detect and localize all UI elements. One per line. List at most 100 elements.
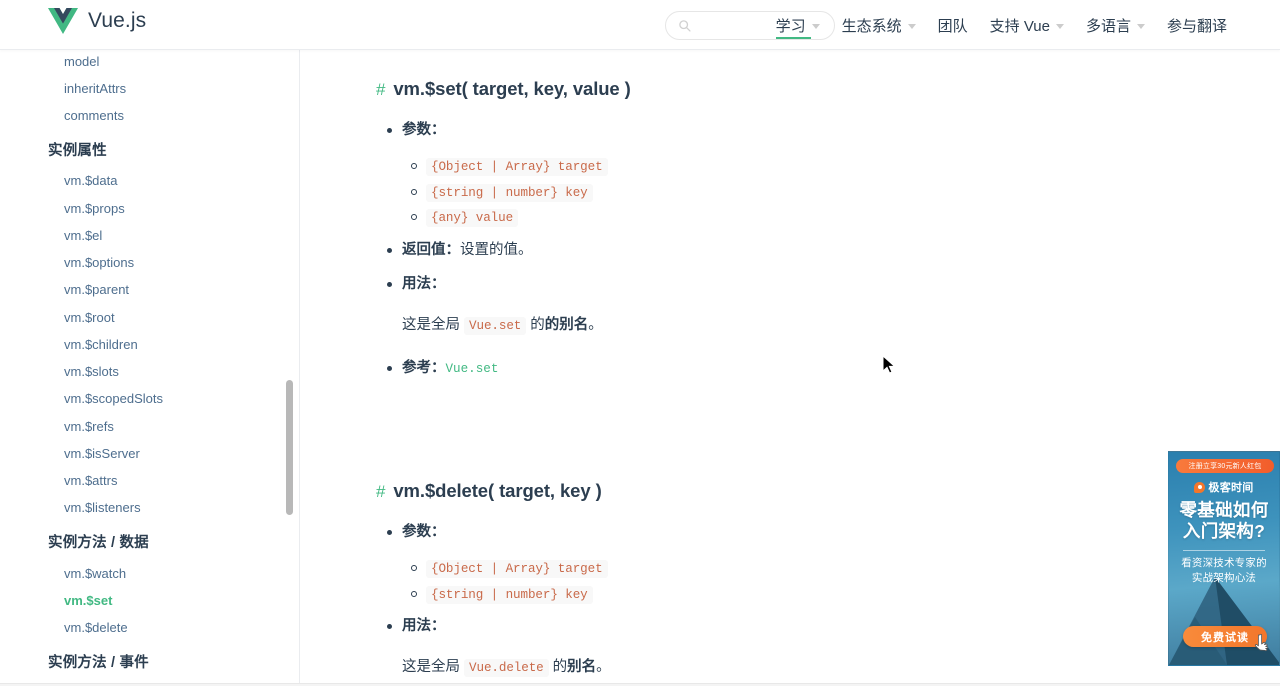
nav-item-ecosystem[interactable]: 生态系统 [831, 0, 927, 50]
params-item: 参数： {Object | Array} target {string | nu… [387, 520, 1200, 606]
param-code: {Object | Array} target [426, 158, 608, 177]
site-header: Vue.js 学习 生态系统 团队 支持 Vue 多语言 参与翻译 [0, 0, 1280, 50]
chevron-down-icon [1055, 23, 1064, 29]
usage-item: 用法： 这是全局 Vue.delete 的别名。 [387, 614, 1200, 680]
sidebar-item-vm-delete[interactable]: vm.$delete [0, 615, 299, 642]
page-title-vm-set: # vm.$set( target, key, value ) [376, 76, 1200, 102]
nav-item-join-translation[interactable]: 参与翻译 [1156, 0, 1238, 50]
sidebar-group-instance-properties: 实例属性 [48, 142, 107, 159]
advertisement-banner[interactable]: 注册立享30元新人红包 极客时间 零基础如何 入门架构? 看资深技术专家的 实战… [1168, 451, 1280, 666]
sidebar-item-vm-props[interactable]: vm.$props [0, 195, 299, 222]
ad-subtitle: 看资深技术专家的 实战架构心法 [1169, 556, 1279, 586]
sidebar-item-vm-children[interactable]: vm.$children [0, 331, 299, 358]
param-code: {string | number} key [426, 585, 593, 604]
usage-paragraph: 这是全局 Vue.set 的的别名。 [402, 312, 1200, 338]
sidebar: model inheritAttrs comments 实例属性 vm.$dat… [0, 50, 300, 686]
returns-text: 设置的值。 [460, 241, 533, 258]
param-entry: {Object | Array} target [411, 155, 1200, 178]
ad-brand-name: 极客时间 [1208, 482, 1254, 494]
page-title-vm-delete: # vm.$delete( target, key ) [376, 478, 1200, 504]
see-link-vue-set[interactable]: Vue.set [446, 362, 499, 376]
nav-item-label: 团队 [937, 17, 968, 35]
sidebar-item-vm-scopedslots[interactable]: vm.$scopedSlots [0, 386, 299, 413]
vue-logo-icon [48, 8, 78, 34]
sidebar-item-inheritattrs[interactable]: inheritAttrs [0, 75, 299, 102]
sidebar-item-vm-root[interactable]: vm.$root [0, 304, 299, 331]
geek-time-logo-icon [1194, 481, 1206, 493]
params-label: 参数： [402, 121, 446, 138]
sidebar-item-vm-el[interactable]: vm.$el [0, 222, 299, 249]
param-entry: {string | number} key [411, 583, 1200, 606]
sidebar-item-vm-data[interactable]: vm.$data [0, 168, 299, 195]
sidebar-item-vm-watch[interactable]: vm.$watch [0, 560, 299, 587]
sidebar-item-vm-listeners[interactable]: vm.$listeners [0, 495, 299, 522]
sidebar-item-vm-options[interactable]: vm.$options [0, 250, 299, 277]
nav-item-label: 生态系统 [841, 17, 902, 35]
ad-subtitle-line-1: 看资深技术专家的 [1181, 557, 1267, 569]
vm-delete-details-list: 参数： {Object | Array} target {string | nu… [376, 520, 1200, 686]
nav-item-xuexi[interactable]: 学习 [765, 0, 831, 50]
param-code: {string | number} key [426, 183, 593, 202]
nav-item-label: 多语言 [1085, 17, 1131, 35]
sidebar-group-instance-methods-data: 实例方法 / 数据 [48, 535, 149, 551]
usage-mid: 的 [526, 316, 545, 333]
ad-title-line-1: 零基础如何 [1179, 500, 1269, 520]
usage-bold: 的别名 [544, 316, 589, 333]
anchor-hash-icon[interactable]: # [376, 482, 385, 501]
returns-label: 返回值： [402, 241, 460, 258]
usage-prefix: 这是全局 [402, 316, 465, 333]
param-code: {Object | Array} target [426, 560, 608, 579]
usage-item: 用法： 这是全局 Vue.set 的的别名。 [387, 272, 1200, 338]
sidebar-item-vm-isserver[interactable]: vm.$isServer [0, 440, 299, 467]
nav-item-label: 学习 [775, 17, 806, 35]
ad-divider [1183, 550, 1265, 551]
see-also-item: 参考：Vue.set [387, 356, 1200, 381]
params-item: 参数： {Object | Array} target {string | nu… [387, 118, 1200, 229]
usage-paragraph: 这是全局 Vue.delete 的别名。 [402, 654, 1200, 680]
sidebar-item-model[interactable]: model [0, 50, 299, 75]
api-article: # vm.$set( target, key, value ) 参数： {Obje… [300, 50, 1200, 686]
main-content: # vm.$set( target, key, value ) 参数： {Obje… [300, 50, 1280, 686]
brand-name: Vue.js [88, 9, 147, 32]
sidebar-scrollbar-track[interactable] [285, 50, 293, 686]
sidebar-scrollbar-thumb[interactable] [286, 380, 293, 515]
sidebar-nav-list: model inheritAttrs comments 实例属性 vm.$dat… [0, 50, 299, 686]
sidebar-item-vm-slots[interactable]: vm.$slots [0, 359, 299, 386]
main-nav: 学习 生态系统 团队 支持 Vue 多语言 参与翻译 [765, 0, 1238, 50]
ad-title-line-2: 入门架构? [1182, 520, 1266, 541]
sidebar-item-vm-refs[interactable]: vm.$refs [0, 413, 299, 440]
param-entry: {any} value [411, 206, 1200, 229]
nav-item-label: 支持 Vue [989, 17, 1050, 35]
brand-home-link[interactable]: Vue.js [48, 6, 146, 36]
anchor-hash-icon[interactable]: # [376, 80, 385, 99]
param-entry: {string | number} key [411, 181, 1200, 204]
chevron-down-icon [907, 23, 916, 29]
usage-label: 用法： [402, 618, 446, 635]
param-code: {any} value [426, 209, 519, 228]
usage-tail: 。 [596, 658, 611, 675]
sidebar-item-comments[interactable]: comments [0, 103, 299, 130]
usage-mid: 的 [548, 658, 568, 675]
ad-promo-badge: 注册立享30元新人红包 [1176, 459, 1274, 473]
nav-item-team[interactable]: 团队 [927, 0, 979, 50]
usage-tail: 。 [588, 316, 603, 333]
nav-item-support-vue[interactable]: 支持 Vue [979, 0, 1075, 50]
nav-item-label: 参与翻译 [1166, 17, 1227, 35]
vm-set-details-list: 参数： {Object | Array} target {string | nu… [376, 118, 1200, 381]
param-entry: {Object | Array} target [411, 557, 1200, 580]
heading-text: vm.$delete( target, key ) [393, 480, 602, 502]
sidebar-group-instance-methods-events: 实例方法 / 事件 [48, 654, 149, 671]
pointing-hand-icon [1254, 633, 1269, 652]
params-sublist: {Object | Array} target {string | number… [402, 155, 1200, 229]
chevron-down-icon [811, 23, 820, 29]
nav-item-languages[interactable]: 多语言 [1075, 0, 1156, 50]
heading-text: vm.$set( target, key, value ) [393, 78, 631, 99]
returns-item: 返回值：设置的值。 [387, 238, 1200, 263]
ad-subtitle-line-2: 实战架构心法 [1191, 572, 1257, 585]
sidebar-item-vm-parent[interactable]: vm.$parent [0, 277, 299, 304]
see-label: 参考： [402, 359, 446, 376]
sidebar-item-vm-set[interactable]: vm.$set [0, 587, 299, 614]
ad-title: 零基础如何 入门架构? [1169, 500, 1279, 541]
sidebar-item-vm-attrs[interactable]: vm.$attrs [0, 468, 299, 495]
usage-label: 用法： [402, 276, 446, 293]
